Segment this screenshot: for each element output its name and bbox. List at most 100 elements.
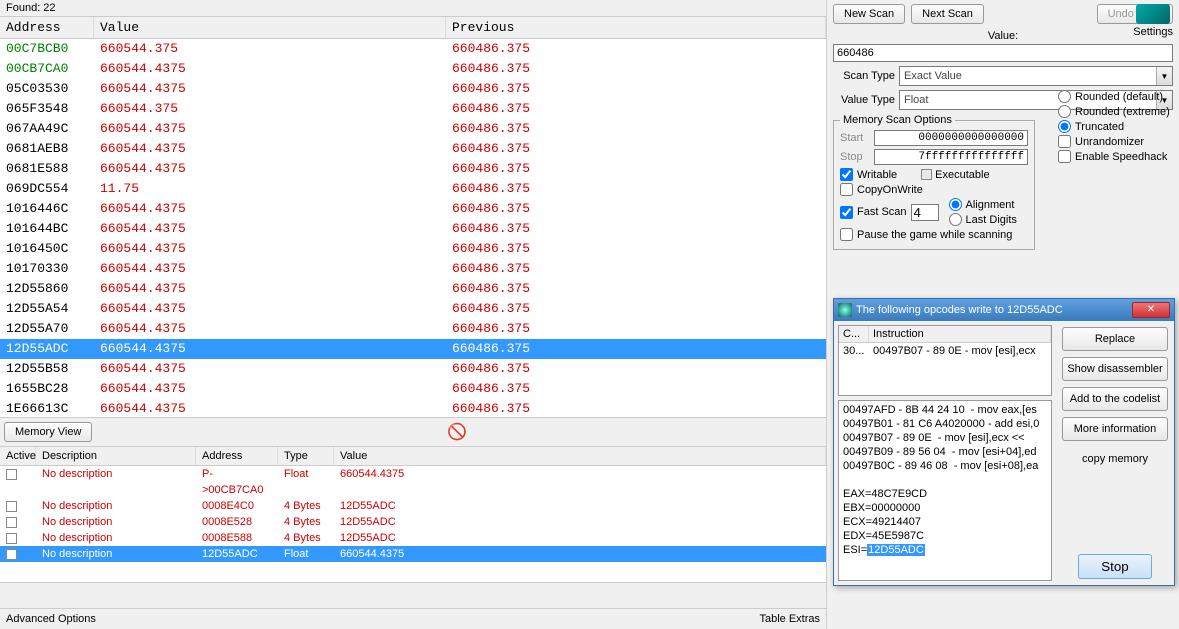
opcode-window-titlebar[interactable]: The following opcodes write to 12D55ADC …	[834, 299, 1174, 321]
rounded-default-radio[interactable]	[1058, 90, 1071, 103]
opcode-window[interactable]: The following opcodes write to 12D55ADC …	[833, 298, 1175, 586]
pause-check[interactable]	[840, 228, 853, 241]
opcode-instruction[interactable]: 00497B07 - 89 0E - mov [esi],ecx	[869, 345, 1051, 357]
value-input[interactable]	[833, 44, 1173, 62]
col-address[interactable]: Address	[0, 17, 94, 38]
active-checkbox[interactable]	[6, 501, 17, 512]
address-list-row[interactable]: No description0008E5284 Bytes12D55ADC	[0, 514, 826, 530]
rounded-extreme-radio[interactable]	[1058, 105, 1071, 118]
address-list-header: Active Description Address Type Value	[0, 447, 826, 466]
cell-address: 0008E588	[196, 530, 278, 546]
scan-row[interactable]: 0681AEB8660544.4375660486.375	[0, 139, 826, 159]
scan-row[interactable]: 12D55ADC660544.4375660486.375	[0, 339, 826, 359]
new-scan-button[interactable]: New Scan	[833, 4, 905, 24]
executable-check[interactable]	[921, 169, 932, 180]
writable-check[interactable]	[840, 168, 853, 181]
cell-address: P->00CB7CA0	[196, 466, 278, 498]
scan-row[interactable]: 12D55B58660544.4375660486.375	[0, 359, 826, 379]
scan-row[interactable]: 101644BC660544.4375660486.375	[0, 219, 826, 239]
add-codelist-button[interactable]: Add to the codelist	[1062, 387, 1168, 411]
cell-value: 660544.4375	[94, 399, 446, 417]
col-value[interactable]: Value	[94, 17, 446, 38]
copy-memory-link[interactable]: copy memory	[1062, 453, 1168, 465]
active-checkbox[interactable]	[6, 517, 17, 528]
start-input[interactable]	[874, 130, 1028, 146]
col-count[interactable]: C...	[839, 326, 869, 342]
close-icon[interactable]: ✕	[1132, 302, 1170, 318]
unrandomizer-check[interactable]	[1058, 135, 1071, 148]
stop-icon[interactable]: 🚫	[92, 422, 822, 442]
scan-row[interactable]: 12D55860660544.4375660486.375	[0, 279, 826, 299]
col-address2[interactable]: Address	[196, 447, 278, 465]
cell-value: 660544.4375	[94, 239, 446, 259]
stop-input[interactable]	[874, 149, 1028, 165]
chevron-down-icon: ▼	[1156, 67, 1172, 85]
cell-previous: 660486.375	[446, 79, 826, 99]
scan-results-header: Address Value Previous	[0, 17, 826, 39]
opcode-window-title: The following opcodes write to 12D55ADC	[856, 304, 1132, 316]
scan-row[interactable]: 065F3548660544.375660486.375	[0, 99, 826, 119]
speedhack-check[interactable]	[1058, 150, 1071, 163]
mso-legend: Memory Scan Options	[840, 114, 955, 126]
cell-previous: 660486.375	[446, 359, 826, 379]
cell-address: 0681AEB8	[0, 139, 94, 159]
cell-address: 00C7BCB0	[0, 39, 94, 59]
disassembly-box[interactable]: 00497AFD - 8B 44 24 10 - mov eax,[es 004…	[838, 400, 1052, 581]
col-instruction[interactable]: Instruction	[869, 326, 1051, 342]
address-list-row[interactable]: No description12D55ADCFloat660544.4375	[0, 546, 826, 562]
col-value2[interactable]: Value	[334, 447, 826, 465]
replace-button[interactable]: Replace	[1062, 327, 1168, 351]
address-list[interactable]: Active Description Address Type Value No…	[0, 447, 826, 582]
address-list-row[interactable]: No description0008E4C04 Bytes12D55ADC	[0, 498, 826, 514]
scan-type-select[interactable]: Exact Value▼	[899, 66, 1173, 86]
more-info-button[interactable]: More information	[1062, 417, 1168, 441]
scan-row[interactable]: 1655BC28660544.4375660486.375	[0, 379, 826, 399]
cell-address: 05C03530	[0, 79, 94, 99]
scan-row[interactable]: 1E66613C660544.4375660486.375	[0, 399, 826, 417]
cell-previous: 660486.375	[446, 159, 826, 179]
cell-description: No description	[36, 498, 196, 514]
scan-row[interactable]: 10170330660544.4375660486.375	[0, 259, 826, 279]
col-active[interactable]: Active	[0, 447, 36, 465]
fastscan-check[interactable]	[840, 206, 853, 219]
cell-address: 12D55B58	[0, 359, 94, 379]
opcode-list[interactable]: C... Instruction 30... 00497B07 - 89 0E …	[838, 325, 1052, 396]
scan-row[interactable]: 1016450C660544.4375660486.375	[0, 239, 826, 259]
scan-row[interactable]: 0681E588660544.4375660486.375	[0, 159, 826, 179]
cell-value: 660544.375	[94, 99, 446, 119]
truncated-radio[interactable]	[1058, 120, 1071, 133]
memory-view-button[interactable]: Memory View	[4, 422, 92, 442]
scan-row[interactable]: 05C03530660544.4375660486.375	[0, 79, 826, 99]
address-list-row[interactable]: No descriptionP->00CB7CA0Float660544.437…	[0, 466, 826, 498]
address-list-row[interactable]: No description0008E5884 Bytes12D55ADC	[0, 530, 826, 546]
col-previous[interactable]: Previous	[446, 17, 826, 38]
scan-row[interactable]: 12D55A54660544.4375660486.375	[0, 299, 826, 319]
fastscan-input[interactable]	[911, 204, 939, 221]
scan-row[interactable]: 067AA49C660544.4375660486.375	[0, 119, 826, 139]
lastdigits-radio[interactable]	[949, 213, 962, 226]
active-checkbox[interactable]	[6, 549, 17, 560]
scan-row[interactable]: 12D55A70660544.4375660486.375	[0, 319, 826, 339]
cell-previous: 660486.375	[446, 299, 826, 319]
next-scan-button[interactable]: Next Scan	[911, 4, 984, 24]
cell-value: 660544.4375	[94, 319, 446, 339]
scan-row[interactable]: 069DC55411.75660486.375	[0, 179, 826, 199]
cell-value: 660544.4375	[94, 259, 446, 279]
col-type[interactable]: Type	[278, 447, 334, 465]
scan-row[interactable]: 00C7BCB0660544.375660486.375	[0, 39, 826, 59]
scan-results-table[interactable]: Address Value Previous 00C7BCB0660544.37…	[0, 17, 826, 417]
settings-link[interactable]: Settings	[1133, 26, 1173, 38]
advanced-options[interactable]: Advanced Options	[6, 613, 96, 625]
alignment-radio[interactable]	[949, 198, 962, 211]
show-disassembler-button[interactable]: Show disassembler	[1062, 357, 1168, 381]
scan-row[interactable]: 00CB7CA0660544.4375660486.375	[0, 59, 826, 79]
copyonwrite-check[interactable]	[840, 183, 853, 196]
table-extras[interactable]: Table Extras	[759, 613, 820, 625]
scan-row[interactable]: 1016446C660544.4375660486.375	[0, 199, 826, 219]
active-checkbox[interactable]	[6, 469, 17, 480]
active-checkbox[interactable]	[6, 533, 17, 544]
stop-button[interactable]: Stop	[1078, 554, 1151, 579]
col-description[interactable]: Description	[36, 447, 196, 465]
cell-type: 4 Bytes	[278, 514, 334, 530]
cell-type: Float	[278, 466, 334, 498]
